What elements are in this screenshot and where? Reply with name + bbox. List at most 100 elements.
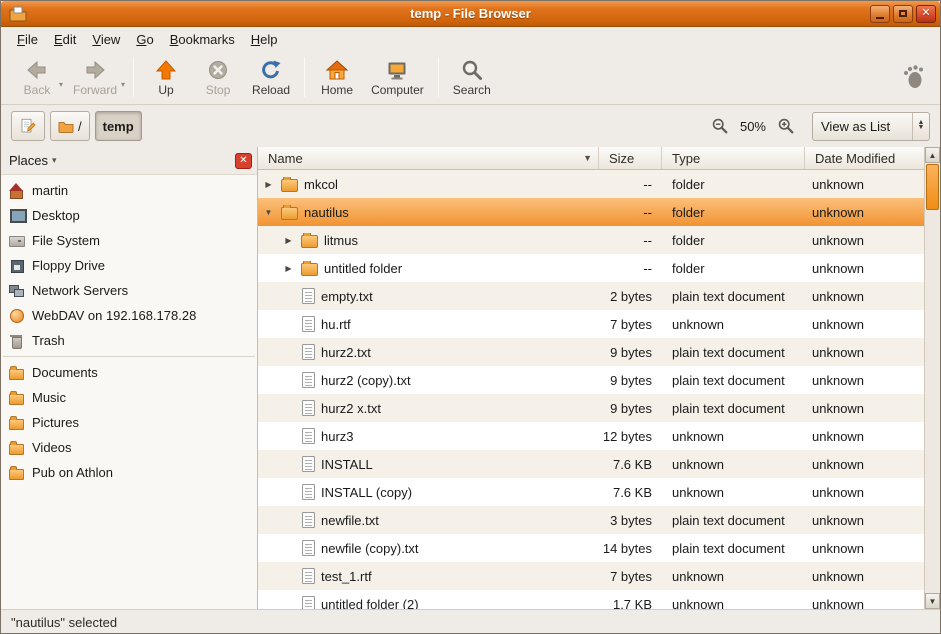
type-cell: unknown xyxy=(662,485,805,500)
search-button[interactable]: Search xyxy=(445,56,499,98)
type-cell: unknown xyxy=(662,429,805,444)
zoom-in-button[interactable] xyxy=(773,112,799,140)
sidebar-item-music[interactable]: Music xyxy=(1,385,257,410)
file-row-test-1-rtf[interactable]: test_1.rtf 7 bytes unknown unknown xyxy=(258,562,924,590)
scrollbar-thumb[interactable] xyxy=(926,164,939,210)
type-cell: folder xyxy=(662,261,805,276)
zoom-level-label: 50% xyxy=(740,119,766,134)
file-row-empty-txt[interactable]: empty.txt 2 bytes plain text document un… xyxy=(258,282,924,310)
file-row-untitled-folder[interactable]: ▶ untitled folder -- folder unknown xyxy=(258,254,924,282)
size-cell: 14 bytes xyxy=(599,541,662,556)
name-cell: ▶ mkcol xyxy=(258,177,599,192)
close-button[interactable]: ✕ xyxy=(916,5,936,23)
sidebar-item-documents[interactable]: Documents xyxy=(1,360,257,385)
file-row-newfile-copy-txt[interactable]: newfile (copy).txt 14 bytes plain text d… xyxy=(258,534,924,562)
expander-icon[interactable]: ▼ xyxy=(262,208,275,217)
home-button[interactable]: Home xyxy=(311,56,363,98)
sidebar-item-file-system[interactable]: File System xyxy=(1,228,257,253)
size-cell: 3 bytes xyxy=(599,513,662,528)
file-row-hurz3[interactable]: hurz3 12 bytes unknown unknown xyxy=(258,422,924,450)
stop-button[interactable]: Stop xyxy=(192,56,244,98)
file-row-install-copy-[interactable]: INSTALL (copy) 7.6 KB unknown unknown xyxy=(258,478,924,506)
sidebar-item-videos[interactable]: Videos xyxy=(1,435,257,460)
minimize-button[interactable] xyxy=(870,5,890,23)
menu-bookmarks[interactable]: Bookmarks xyxy=(162,29,243,50)
file-row-hurz2-txt[interactable]: hurz2.txt 9 bytes plain text document un… xyxy=(258,338,924,366)
text-file-icon xyxy=(302,344,315,360)
view-mode-select[interactable]: View as List ▲ ▼ xyxy=(812,112,930,141)
sidebar-item-floppy-drive[interactable]: Floppy Drive xyxy=(1,253,257,278)
expander-icon[interactable]: ▶ xyxy=(262,180,275,189)
menu-file[interactable]: File xyxy=(9,29,46,50)
places-close-button[interactable]: ✕ xyxy=(235,153,252,169)
file-name: newfile (copy).txt xyxy=(321,541,419,556)
text-file-icon xyxy=(302,456,315,472)
scroll-up-button[interactable]: ▲ xyxy=(925,147,940,163)
name-cell: ▼ nautilus xyxy=(258,205,599,220)
file-row-newfile-txt[interactable]: newfile.txt 3 bytes plain text document … xyxy=(258,506,924,534)
vertical-scrollbar[interactable]: ▲ ▼ xyxy=(924,147,940,609)
file-row-hu-rtf[interactable]: hu.rtf 7 bytes unknown unknown xyxy=(258,310,924,338)
sidebar-item-desktop[interactable]: Desktop xyxy=(1,203,257,228)
expander-icon[interactable]: ▶ xyxy=(282,264,295,273)
date-cell: unknown xyxy=(805,429,924,444)
folder-icon xyxy=(301,263,318,276)
titlebar[interactable]: temp - File Browser ✕ xyxy=(1,1,940,27)
column-header-size[interactable]: Size xyxy=(599,147,662,169)
file-row-install[interactable]: INSTALL 7.6 KB unknown unknown xyxy=(258,450,924,478)
back-arrow-icon xyxy=(25,58,49,82)
forward-button[interactable]: Forward xyxy=(65,56,125,98)
name-cell: hurz3 xyxy=(258,428,599,444)
up-button[interactable]: Up xyxy=(140,56,192,98)
date-cell: unknown xyxy=(805,569,924,584)
file-row-untitled-folder-2-[interactable]: untitled folder (2) 1.7 KB unknown unkno… xyxy=(258,590,924,609)
file-name: hurz2 x.txt xyxy=(321,401,381,416)
floppy-icon xyxy=(9,258,24,273)
sidebar-item-martin[interactable]: martin xyxy=(1,178,257,203)
places-title[interactable]: Places xyxy=(9,153,48,168)
file-row-mkcol[interactable]: ▶ mkcol -- folder unknown xyxy=(258,170,924,198)
date-cell: unknown xyxy=(805,541,924,556)
network-icon xyxy=(9,283,24,298)
file-row-litmus[interactable]: ▶ litmus -- folder unknown xyxy=(258,226,924,254)
sidebar-item-webdav-on-192-168-178-28[interactable]: WebDAV on 192.168.178.28 xyxy=(1,303,257,328)
view-mode-steppers[interactable]: ▲ ▼ xyxy=(912,113,929,140)
folder-icon xyxy=(58,119,74,133)
sidebar-item-trash[interactable]: Trash xyxy=(1,328,257,353)
date-cell: unknown xyxy=(805,401,924,416)
path-root-button[interactable]: / xyxy=(50,111,90,141)
zoom-out-button[interactable] xyxy=(707,112,733,140)
expander-icon[interactable]: ▶ xyxy=(282,236,295,245)
file-row-hurz2-copy-txt[interactable]: hurz2 (copy).txt 9 bytes plain text docu… xyxy=(258,366,924,394)
path-current-folder-label: temp xyxy=(103,119,134,134)
folder-icon xyxy=(9,465,24,480)
forward-dropdown-arrow[interactable]: ▾ xyxy=(121,80,125,89)
menu-edit[interactable]: Edit xyxy=(46,29,84,50)
back-button[interactable]: Back xyxy=(11,56,63,98)
reload-button[interactable]: Reload xyxy=(244,56,298,98)
text-file-icon xyxy=(302,596,315,609)
column-header-date-modified[interactable]: Date Modified xyxy=(805,147,924,169)
file-row-nautilus[interactable]: ▼ nautilus -- folder unknown xyxy=(258,198,924,226)
toggle-location-entry-button[interactable] xyxy=(11,111,45,141)
sidebar-item-pictures[interactable]: Pictures xyxy=(1,410,257,435)
path-current-folder-button[interactable]: temp xyxy=(95,111,142,141)
folder-icon xyxy=(9,365,24,380)
menu-help[interactable]: Help xyxy=(243,29,286,50)
menu-go[interactable]: Go xyxy=(128,29,161,50)
date-cell: unknown xyxy=(805,457,924,472)
column-header-type[interactable]: Type xyxy=(662,147,805,169)
menu-view[interactable]: View xyxy=(84,29,128,50)
sidebar-item-pub-on-athlon[interactable]: Pub on Athlon xyxy=(1,460,257,485)
places-dropdown-icon[interactable]: ▾ xyxy=(52,155,57,166)
back-dropdown-arrow[interactable]: ▾ xyxy=(59,80,63,89)
file-row-hurz2-x-txt[interactable]: hurz2 x.txt 9 bytes plain text document … xyxy=(258,394,924,422)
column-header-name[interactable]: Name ▼ xyxy=(258,147,599,169)
name-cell: test_1.rtf xyxy=(258,568,599,584)
text-file-icon xyxy=(302,512,315,528)
maximize-button[interactable] xyxy=(893,5,913,23)
computer-button[interactable]: Computer xyxy=(363,56,432,98)
scroll-down-button[interactable]: ▼ xyxy=(925,593,940,609)
maximize-icon xyxy=(899,10,907,17)
sidebar-item-network-servers[interactable]: Network Servers xyxy=(1,278,257,303)
